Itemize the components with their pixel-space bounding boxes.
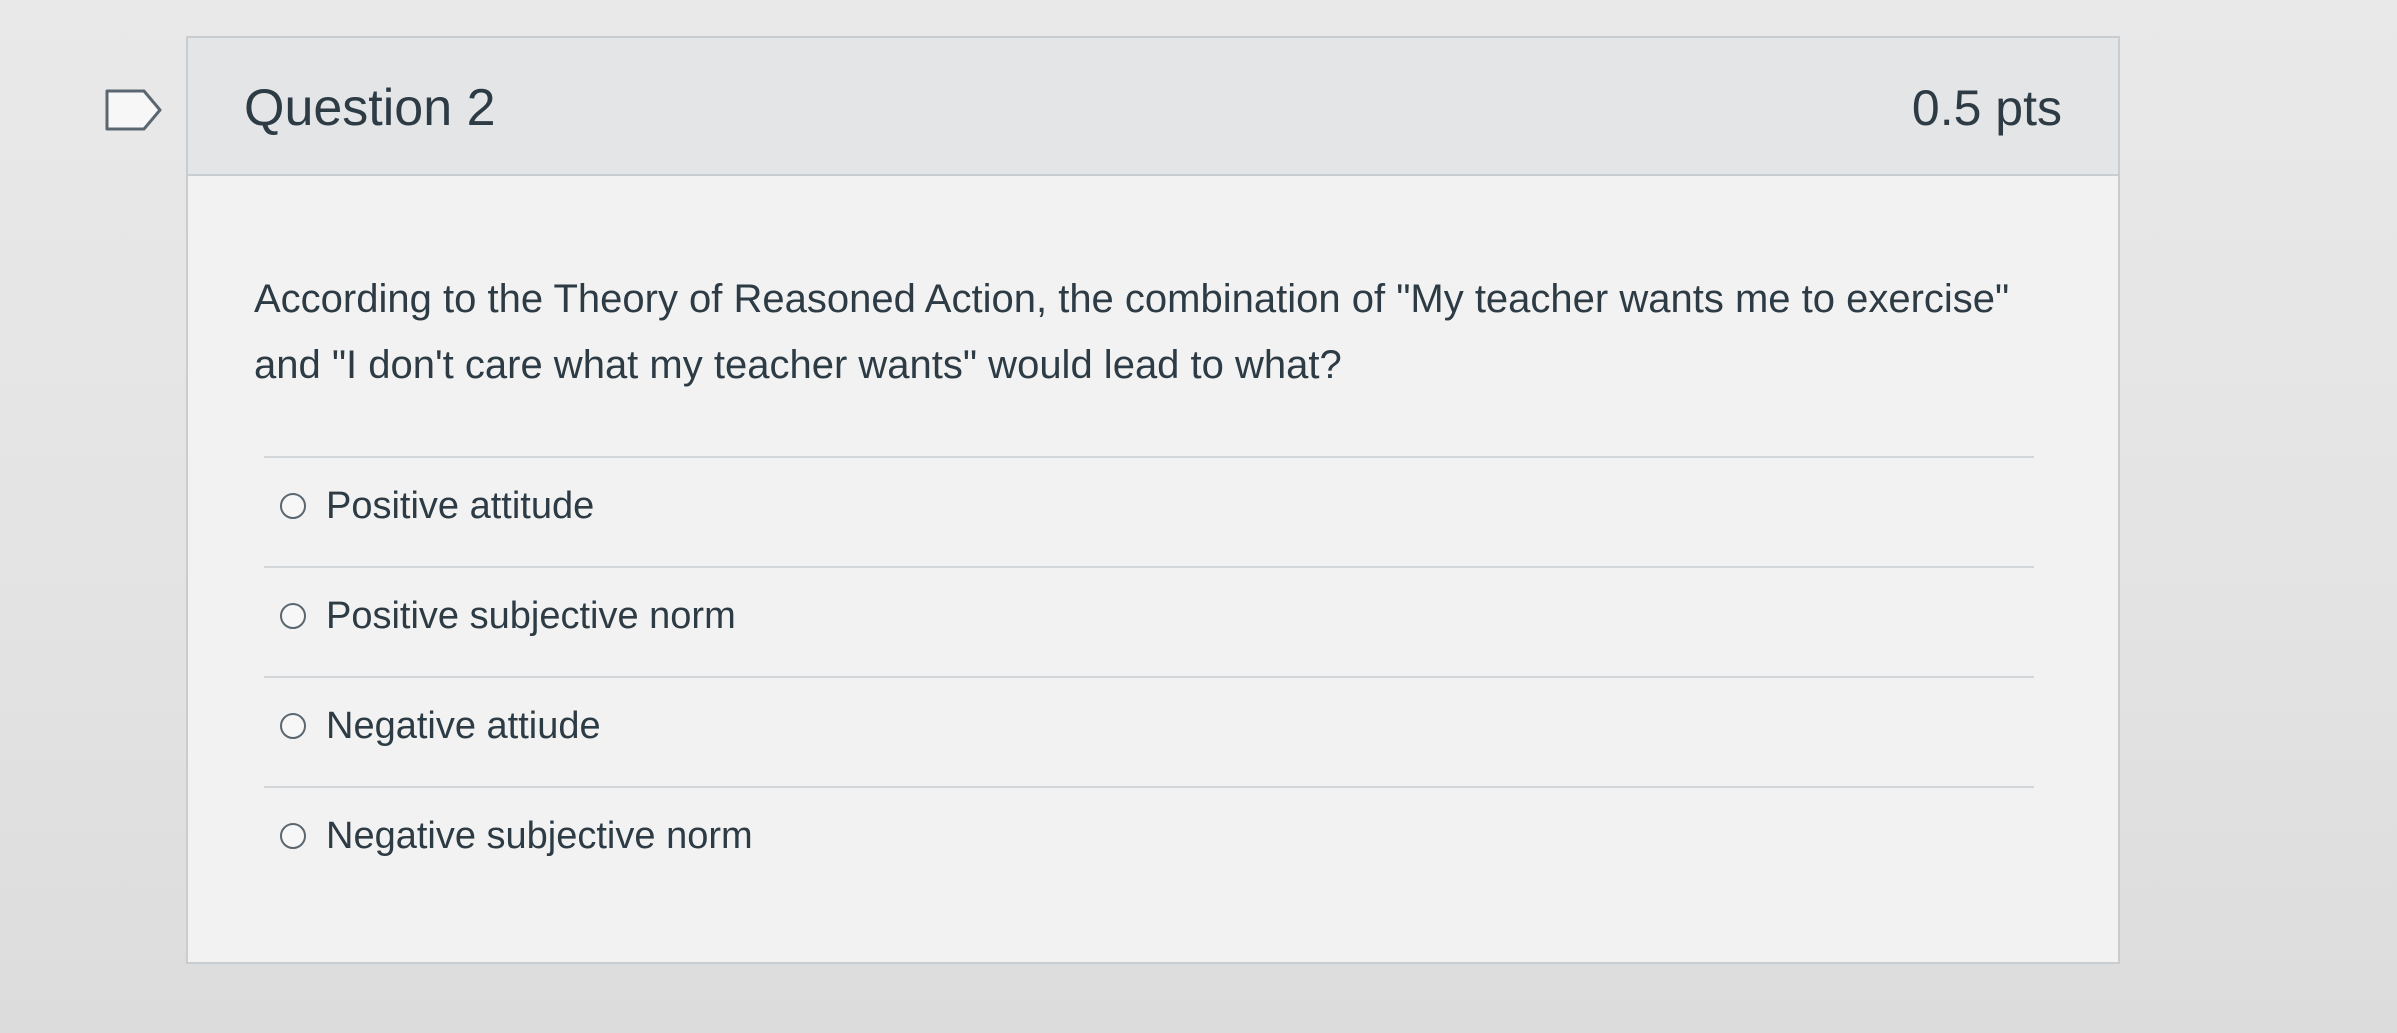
- question-text: According to the Theory of Reasoned Acti…: [254, 277, 2010, 387]
- radio-circle-icon[interactable]: [280, 603, 306, 629]
- answer-label[interactable]: Negative subjective norm: [326, 812, 753, 860]
- answer-option[interactable]: Negative attiude: [264, 678, 2034, 786]
- question-points: 0.5 pts: [1911, 80, 2062, 136]
- flag-icon[interactable]: [104, 88, 164, 132]
- answer-option[interactable]: Positive attitude: [264, 458, 2034, 566]
- radio-circle-icon[interactable]: [280, 713, 306, 739]
- radio-circle-icon[interactable]: [280, 823, 306, 849]
- answer-label[interactable]: Positive attitude: [326, 482, 594, 530]
- answer-option[interactable]: Negative subjective norm: [264, 788, 2034, 896]
- radio-circle-icon[interactable]: [280, 493, 306, 519]
- answer-option[interactable]: Positive subjective norm: [264, 568, 2034, 676]
- answer-label[interactable]: Positive subjective norm: [326, 592, 736, 640]
- question-header: Question 2 0.5 pts: [188, 38, 2118, 176]
- answer-list: Positive attitude Positive subjective no…: [264, 456, 2034, 896]
- question-card: Question 2 0.5 pts According to the Theo…: [186, 36, 2120, 964]
- question-title: Question 2: [244, 79, 496, 137]
- answer-label[interactable]: Negative attiude: [326, 702, 601, 750]
